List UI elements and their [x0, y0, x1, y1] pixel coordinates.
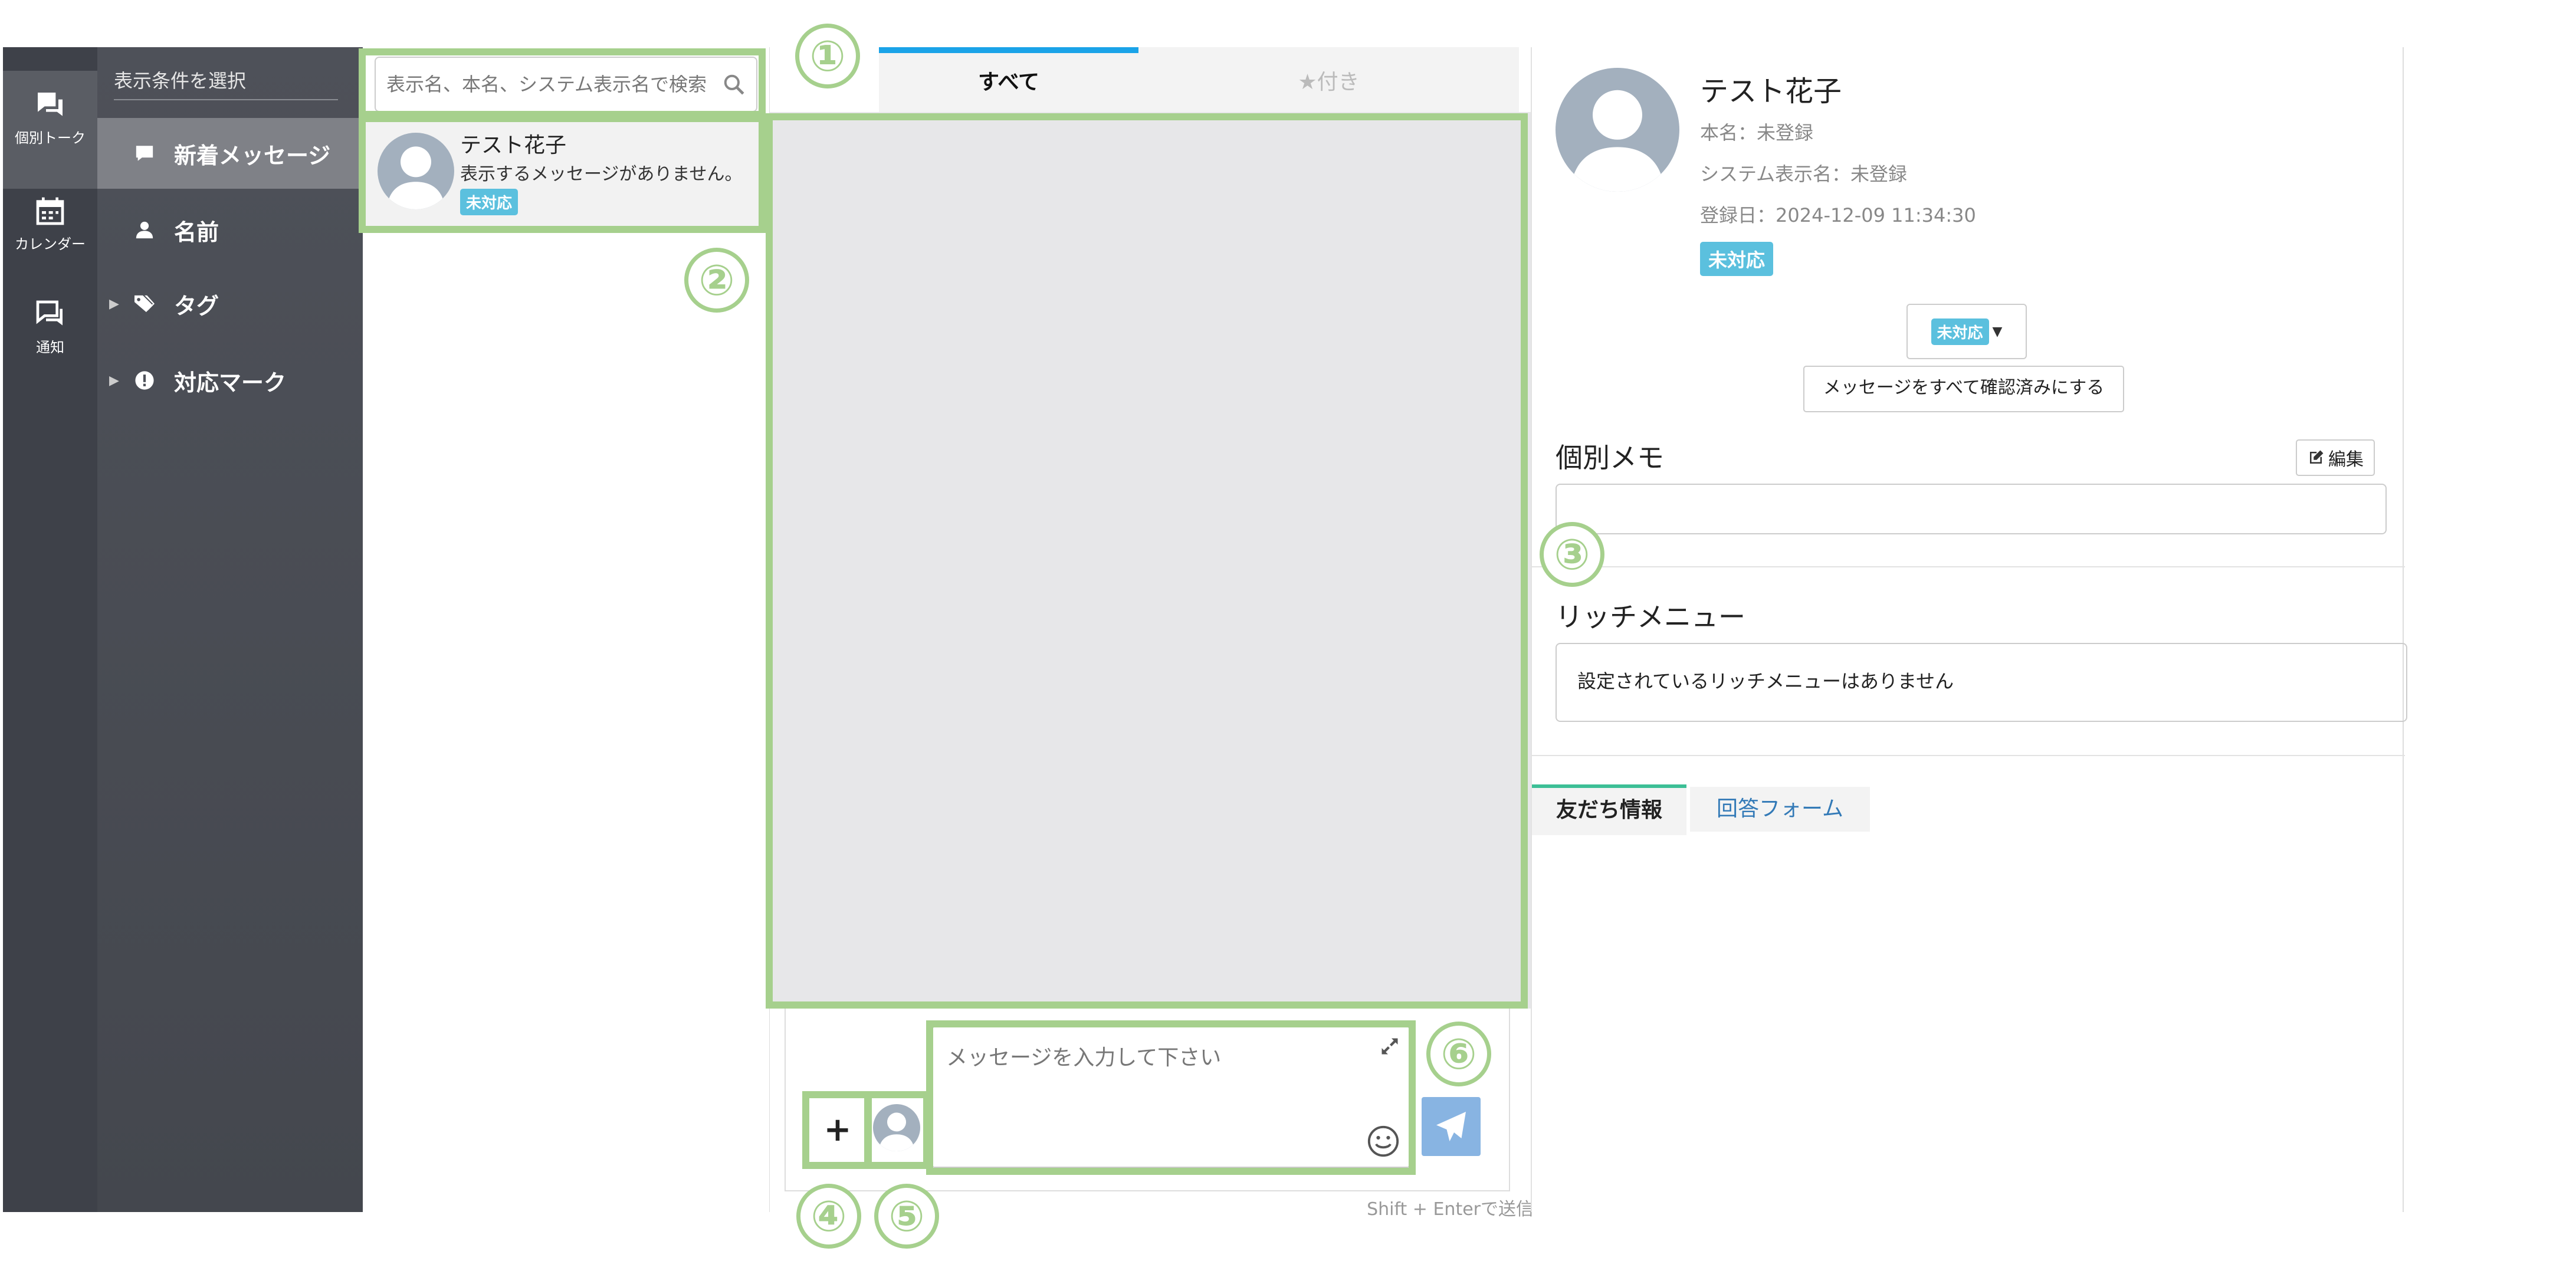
annotation-number-2: ②: [684, 248, 749, 313]
expand-icon[interactable]: [1379, 1036, 1400, 1057]
sender-avatar[interactable]: [873, 1104, 920, 1151]
caret-right-icon: ▶: [109, 296, 119, 311]
memo-edit-button[interactable]: 編集: [2296, 439, 2375, 476]
status-dropdown-value: 未対応: [1931, 318, 1989, 345]
filter-item-new-messages[interactable]: 新着メッセージ: [97, 118, 363, 189]
filter-item-name[interactable]: 名前: [97, 195, 363, 265]
filter-item-label: タグ: [174, 293, 219, 319]
icon-rail: 個別トーク カレンダー 通知: [3, 47, 97, 1212]
annotation-number-1: ①: [795, 24, 860, 88]
send-shortcut-hint: Shift + Enterで送信: [1367, 1199, 1534, 1220]
contact-list-column: テスト花子 表示するメッセージがありません。 未対応: [363, 47, 770, 1212]
rich-menu-title: リッチメニュー: [1556, 601, 1745, 633]
avatar: [378, 133, 454, 209]
filter-item-tag[interactable]: ▶ タグ: [97, 268, 363, 339]
search-input[interactable]: [385, 73, 718, 96]
emoji-icon[interactable]: [1366, 1124, 1400, 1158]
profile-name: テスト花子: [1700, 75, 1842, 108]
chat-bubbles-icon: [38, 93, 63, 116]
contact-last-message: 表示するメッセージがありません。: [460, 164, 743, 185]
calendar-icon: [36, 197, 64, 225]
filter-item-response-mark[interactable]: ▶ 対応マーク: [97, 345, 363, 416]
edit-icon: [2310, 450, 2324, 464]
annotation-number-5: ⑤: [874, 1184, 939, 1249]
rail-item-label: 通知: [36, 339, 64, 356]
memo-edit-label: 編集: [2328, 449, 2364, 470]
memo-title: 個別メモ: [1556, 442, 1664, 474]
search-icon[interactable]: [723, 73, 745, 96]
message-area[interactable]: [770, 112, 1531, 1009]
filter-item-label: 新着メッセージ: [174, 142, 331, 169]
profile-panel: テスト花子 本名：未登録 システム表示名：未登録 登録日：2024-12-09 …: [1531, 47, 2407, 1212]
mark-all-read-button[interactable]: メッセージをすべて確認済みにする: [1803, 366, 2124, 412]
status-dropdown[interactable]: 未対応 ▼: [1906, 304, 2027, 359]
avatar: [1556, 68, 1679, 192]
profile-real-name: 本名：未登録: [1700, 121, 1814, 144]
message-tabs: すべて ★付き: [770, 47, 1537, 118]
tab-answer-form[interactable]: 回答フォーム: [1690, 787, 1870, 832]
send-button[interactable]: [1422, 1097, 1481, 1156]
notice-chat-icon: [36, 300, 63, 326]
filter-item-label: 名前: [174, 219, 219, 245]
rail-item-notice[interactable]: 通知: [3, 298, 97, 356]
divider: [1532, 755, 2405, 756]
contact-list-item[interactable]: テスト花子 表示するメッセージがありません。 未対応: [363, 115, 770, 233]
exclamation-circle-icon: [133, 370, 156, 390]
add-attachment-button[interactable]: +: [808, 1097, 867, 1168]
rail-item-label: 個別トーク: [15, 130, 86, 146]
rail-item-calendar[interactable]: カレンダー: [3, 195, 97, 253]
contact-name: テスト花子: [460, 133, 567, 157]
chevron-down-icon: ▼: [1992, 324, 2003, 339]
rail-item-individual-talk[interactable]: 個別トーク: [3, 71, 97, 189]
annotation-number-3: ③: [1540, 522, 1604, 587]
message-input[interactable]: [945, 1039, 1360, 1148]
status-badge: 未対応: [460, 189, 519, 215]
annotation-number-4: ④: [796, 1184, 861, 1249]
paper-plane-icon: [1436, 1112, 1466, 1141]
rail-item-label: カレンダー: [15, 236, 86, 252]
rich-menu-box: 設定されているリッチメニューはありません: [1556, 643, 2407, 722]
search-box: [375, 57, 757, 112]
message-icon: [133, 143, 156, 163]
tab-all[interactable]: すべて: [879, 47, 1138, 118]
annotation-number-6: ⑥: [1426, 1022, 1491, 1086]
profile-system-name: システム表示名：未登録: [1700, 163, 1908, 185]
caret-right-icon: ▶: [109, 373, 119, 388]
tags-icon: [133, 294, 156, 314]
divider: [1532, 566, 2405, 567]
status-badge: 未対応: [1700, 242, 1774, 276]
profile-registered-date: 登録日：2024-12-09 11:34:30: [1700, 204, 1976, 226]
message-input-box: [932, 1026, 1410, 1168]
memo-box: [1556, 484, 2387, 534]
person-icon: [133, 220, 156, 240]
tab-starred[interactable]: ★付き: [1138, 47, 1519, 112]
filter-item-label: 対応マーク: [174, 369, 287, 396]
filter-sidebar: 表示条件を選択 新着メッセージ 名前 ▶ タグ ▶ 対応マーク: [97, 47, 363, 1212]
tab-friend-info[interactable]: 友だち情報: [1532, 784, 1686, 835]
filter-title: 表示条件を選択: [114, 66, 338, 100]
